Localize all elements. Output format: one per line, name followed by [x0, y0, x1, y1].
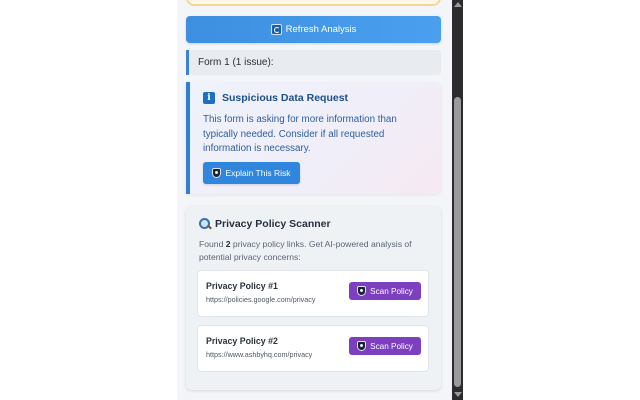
scroll-up-arrow-icon[interactable]: [454, 2, 462, 7]
shield-icon: [357, 286, 367, 296]
suspicious-data-card: i Suspicious Data Request This form is a…: [186, 82, 441, 194]
form-heading: Form 1 (1 issue):: [186, 50, 441, 75]
scanner-title-row: Privacy Policy Scanner: [199, 218, 331, 230]
scanner-description: Found 2 privacy policy links. Get AI-pow…: [199, 238, 429, 264]
refresh-analysis-label: Refresh Analysis: [285, 24, 357, 35]
scan-policy-label: Scan Policy: [370, 286, 413, 296]
scrollbar[interactable]: [452, 0, 463, 400]
policy-url: https://policies.google.com/privacy: [206, 295, 316, 304]
policy-name: Privacy Policy #2: [206, 336, 278, 346]
info-icon: i: [203, 92, 215, 104]
explain-risk-label: Explain This Risk: [225, 168, 291, 178]
policy-name: Privacy Policy #1: [206, 281, 278, 291]
scanner-desc-prefix: Found: [199, 239, 226, 249]
scan-policy-button[interactable]: Scan Policy: [349, 282, 421, 300]
form-heading-label: Form 1 (1 issue):: [198, 57, 274, 68]
warning-title: Suspicious Data Request: [222, 92, 349, 104]
privacy-policy-scanner-card: Privacy Policy Scanner Found 2 privacy p…: [186, 206, 441, 390]
policy-item: Privacy Policy #2 https://www.ashbyhq.co…: [197, 325, 429, 372]
previous-alert-card: [186, 0, 441, 6]
scrollbar-thumb[interactable]: [454, 97, 461, 387]
scanner-title: Privacy Policy Scanner: [215, 218, 331, 230]
warning-title-row: i Suspicious Data Request: [203, 92, 348, 104]
policy-url: https://www.ashbyhq.com/privacy: [206, 350, 313, 359]
shield-icon: [357, 341, 367, 351]
refresh-icon: [270, 24, 282, 35]
shield-icon: [212, 168, 222, 178]
scanner-desc-suffix: privacy policy links. Get AI-powered ana…: [199, 239, 412, 262]
scroll-down-arrow-icon[interactable]: [454, 392, 462, 397]
warning-message: This form is asking for more information…: [203, 114, 397, 154]
scan-policy-button[interactable]: Scan Policy: [349, 337, 421, 355]
refresh-analysis-button[interactable]: Refresh Analysis: [186, 16, 441, 43]
policy-item: Privacy Policy #1 https://policies.googl…: [197, 270, 429, 317]
scan-policy-label: Scan Policy: [370, 341, 413, 351]
magnifier-icon: [199, 218, 211, 230]
explain-risk-button[interactable]: Explain This Risk: [203, 162, 300, 184]
